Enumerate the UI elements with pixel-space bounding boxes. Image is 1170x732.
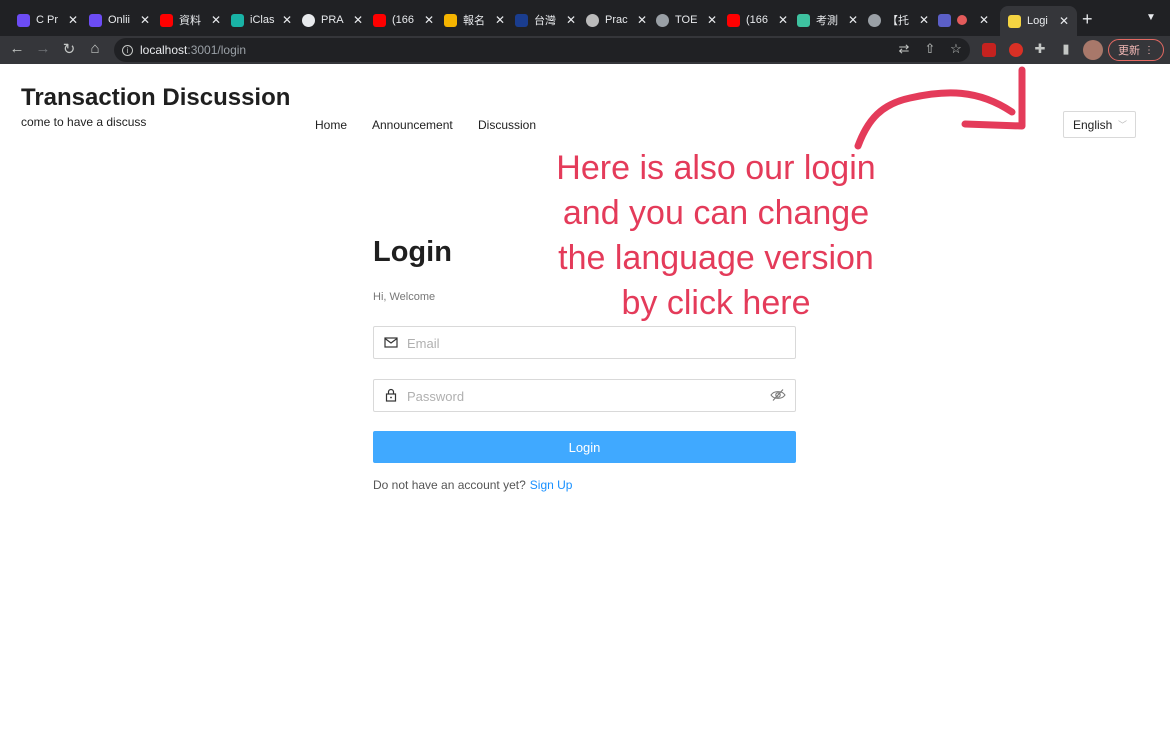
close-tab-icon[interactable]: ✕ [707,13,717,27]
tab-favicon-icon [231,13,244,27]
nav-home[interactable]: Home [315,118,347,132]
reload-icon[interactable]: ↻ [60,40,78,58]
extension-icon[interactable] [1009,43,1023,57]
tab-favicon-icon [868,13,881,27]
tab-favicon-icon [89,13,102,27]
mail-icon [384,337,398,348]
tab-favicon-icon [515,13,528,27]
browser-tab[interactable]: 【托 ✕ [868,8,929,32]
url-path: :3001/login [187,43,247,57]
tab-favicon-icon [656,13,669,27]
annotation-text: Here is also our login and you can chang… [520,146,912,326]
nav-announcement[interactable]: Announcement [372,118,453,132]
tab-favicon-icon [797,13,810,27]
password-input[interactable] [407,385,757,407]
browser-tab[interactable]: (166 ✕ [373,8,434,32]
lock-icon [385,388,397,402]
new-tab-button[interactable]: + [1082,9,1093,30]
password-field [373,379,796,412]
close-tab-icon[interactable]: ✕ [848,13,858,27]
close-tab-icon[interactable]: ✕ [68,13,78,27]
more-menu-icon: ⋮ [1144,44,1154,56]
tab-favicon-icon [160,13,173,27]
browser-tab[interactable]: ✕ [938,8,989,32]
close-tab-icon[interactable]: ✕ [495,13,505,27]
browser-toolbar: ← → ↻ ⌂ i localhost:3001/login ⇄ ⇧ ☆ ✚ ▮… [0,36,1170,64]
share-icon[interactable]: ⇧ [921,41,939,57]
annotation-line: by click here [621,284,811,322]
annotation-line: and you can change [562,194,870,232]
close-tab-icon[interactable]: ✕ [919,13,929,27]
login-title: Login [373,236,452,268]
browser-tab-active[interactable]: Logi ✕ [1000,6,1078,36]
language-select[interactable]: English ﹀ [1063,111,1136,138]
site-title: Transaction Discussion [21,84,291,111]
browser-tab-strip: C Pr ✕ Onlii ✕ 資料 ✕ iClas ✕ PRA ✕ (166 ✕ 報名 ✕ 台… [0,0,1170,36]
update-button[interactable]: 更新 ⋮ [1108,39,1164,61]
tab-favicon-icon [17,13,30,27]
browser-tab[interactable]: 台灣 ✕ [515,8,576,32]
tab-favicon-icon [302,13,315,27]
browser-tab[interactable]: Prac ✕ [586,8,647,32]
site-info-icon[interactable]: i [122,44,133,56]
annotation-line: the language version [558,239,874,277]
browser-tab[interactable]: (166 ✕ [727,8,788,32]
close-tab-icon[interactable]: ✕ [778,13,788,27]
eye-invisible-icon[interactable] [770,388,786,402]
profile-avatar[interactable] [1083,40,1103,60]
forward-arrow-icon[interactable]: → [34,40,52,57]
home-icon[interactable]: ⌂ [86,40,104,57]
side-panel-icon[interactable]: ▮ [1057,41,1075,57]
close-tab-icon[interactable]: ✕ [424,13,434,27]
extensions-puzzle-icon[interactable]: ✚ [1031,41,1049,57]
bookmark-star-icon[interactable]: ☆ [947,41,965,57]
back-arrow-icon[interactable]: ← [8,40,26,57]
close-tab-icon[interactable]: ✕ [566,13,576,27]
email-input[interactable] [407,332,757,354]
translate-icon[interactable]: ⇄ [895,41,913,57]
close-tab-icon[interactable]: ✕ [211,13,221,27]
tab-favicon-icon [727,13,740,27]
close-tab-icon[interactable]: ✕ [353,13,363,27]
no-account-text: Do not have an account yet? [373,478,526,492]
browser-tab[interactable]: PRA ✕ [302,8,363,32]
browser-tab[interactable]: Onlii ✕ [89,8,150,32]
signup-prompt: Do not have an account yet? Sign Up [373,478,572,492]
ublock-extension-icon[interactable] [982,43,996,57]
browser-tab[interactable]: iClas ✕ [231,8,292,32]
login-button[interactable]: Login [373,431,796,463]
browser-tab[interactable]: 報名 ✕ [444,8,505,32]
nav-discussion[interactable]: Discussion [478,118,536,132]
tab-favicon-icon [1008,14,1021,28]
email-field [373,326,796,359]
tab-favicon-icon [444,13,457,27]
tab-favicon-icon [938,13,951,27]
chevron-down-icon: ﹀ [1117,120,1127,130]
browser-tab[interactable]: C Pr ✕ [17,8,78,32]
address-bar[interactable]: i localhost:3001/login [114,38,970,62]
close-tab-icon[interactable]: ✕ [979,13,989,27]
signup-link[interactable]: Sign Up [530,478,573,492]
browser-tab[interactable]: 資料 ✕ [160,8,221,32]
close-tab-icon[interactable]: ✕ [1059,14,1069,28]
tab-favicon-icon [586,13,599,27]
tab-favicon-icon [373,13,386,27]
browser-tab[interactable]: 考測 ✕ [797,8,858,32]
recording-icon [957,15,967,25]
language-selected-value: English [1073,117,1113,132]
site-subtitle: come to have a discuss [21,115,147,129]
annotation-arrow [854,66,1026,150]
close-tab-icon[interactable]: ✕ [282,13,292,27]
url-host: localhost [140,43,188,57]
close-tab-icon[interactable]: ✕ [140,13,150,27]
welcome-text: Hi, Welcome [373,291,436,303]
close-tab-icon[interactable]: ✕ [637,13,647,27]
tab-search-chevron-icon[interactable]: ▼ [1146,12,1156,23]
browser-tab[interactable]: TOE ✕ [656,8,717,32]
